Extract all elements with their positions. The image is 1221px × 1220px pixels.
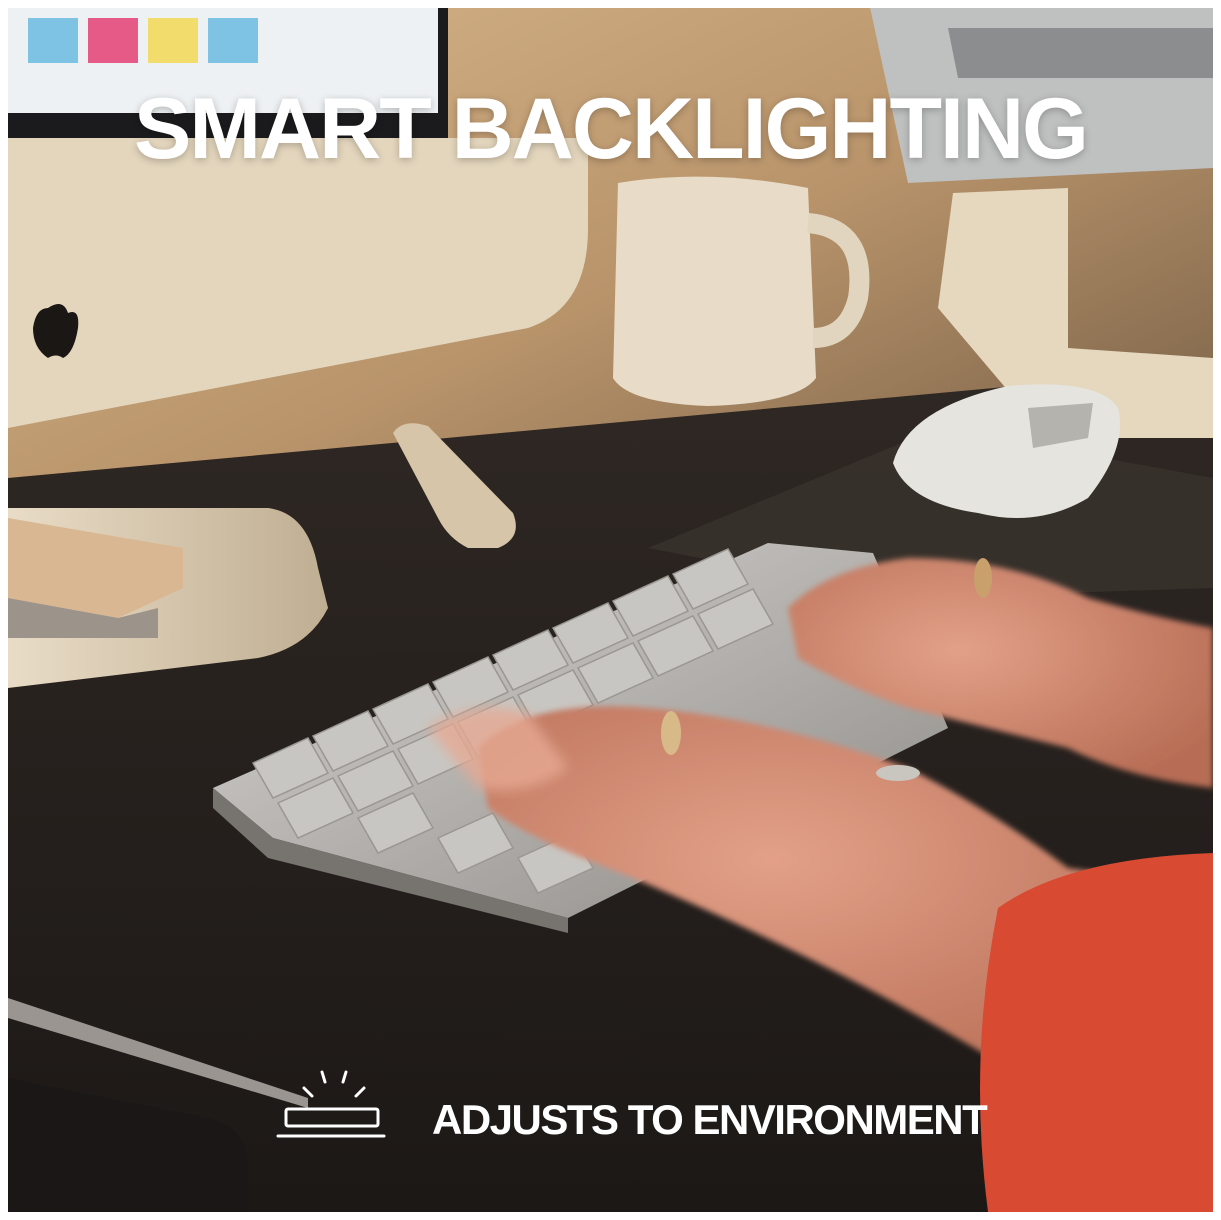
feature-text: ADJUSTS TO ENVIRONMENT [432, 1096, 988, 1143]
headline: SMART BACKLIGHTING [134, 81, 1089, 177]
feature-callout: ADJUSTS TO ENVIRONMENT [276, 1066, 988, 1156]
sleeve [980, 853, 1213, 1212]
product-image: SMART BACKLIGHTING ADJUSTS TO ENVIRONMEN… [8, 8, 1213, 1212]
backlit-key-icon [276, 1070, 386, 1138]
photo-scene [8, 8, 1213, 1212]
